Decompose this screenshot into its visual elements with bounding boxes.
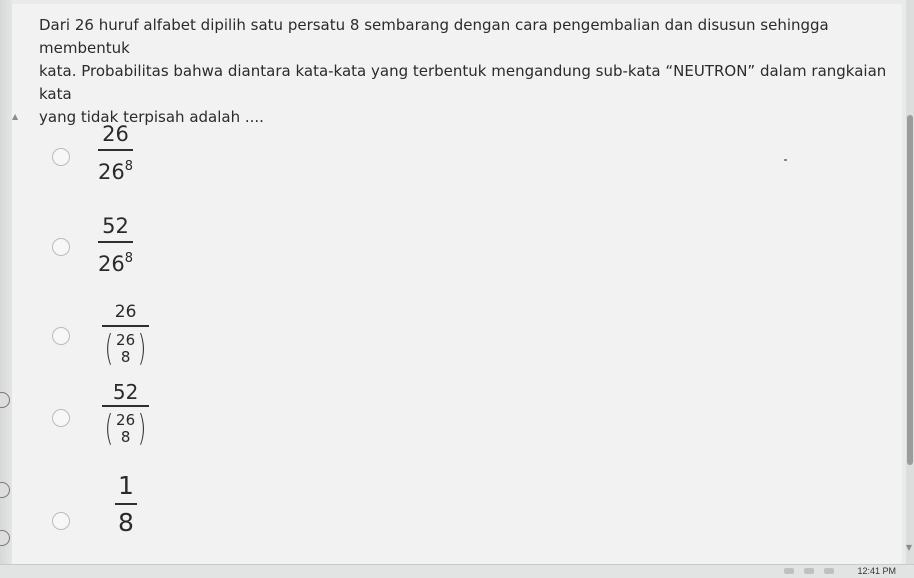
denominator: 8 — [118, 508, 134, 537]
radio-circle-icon[interactable] — [52, 512, 70, 530]
den-base: 26 — [98, 160, 125, 184]
denominator: 268 — [98, 155, 133, 184]
numerator: 1 — [118, 471, 134, 500]
binom-top: 26 — [116, 411, 136, 429]
scrollbar-thumb[interactable] — [907, 115, 913, 465]
question-line: kata. Probabilitas bahwa diantara kata-k… — [39, 62, 887, 103]
triangle-down-icon[interactable]: ▼ — [906, 543, 912, 552]
scrollbar-track[interactable] — [906, 0, 914, 577]
binomial: ( 26 8 ) — [102, 331, 149, 367]
fraction-d: 52 ( 26 8 ) — [102, 380, 150, 447]
binom-top: 26 — [116, 331, 136, 349]
binomial-stack: 26 8 — [116, 412, 135, 446]
numerator: 26 — [114, 302, 137, 322]
radio-circle-icon[interactable] — [52, 327, 70, 345]
numerator: 26 — [102, 122, 129, 146]
right-paren: ) — [137, 328, 147, 369]
taskbar-clock[interactable]: 12:41 PM — [857, 566, 896, 576]
binomial: ( 26 8 ) — [102, 411, 149, 447]
fraction-c: 26 ( 26 8 ) — [102, 302, 150, 367]
fraction-bar — [98, 241, 134, 243]
den-base: 26 — [98, 252, 125, 276]
fraction-bar — [102, 405, 150, 407]
fraction-e: 1 8 — [115, 472, 137, 537]
radio-circle-icon[interactable] — [52, 148, 70, 166]
right-paren: ) — [137, 408, 147, 449]
question-text: Dari 26 huruf alfabet dipilih satu persa… — [39, 14, 909, 129]
left-paren: ( — [104, 408, 114, 449]
taskbar: 12:41 PM — [0, 564, 914, 578]
question-line: Dari 26 huruf alfabet dipilih satu persa… — [39, 16, 829, 57]
binomial-stack: 26 8 — [116, 332, 135, 366]
quiz-page: Dari 26 huruf alfabet dipilih satu persa… — [12, 4, 902, 564]
option-b[interactable]: 52 268 — [52, 214, 452, 294]
fraction-bar — [115, 503, 137, 505]
fraction-b: 52 268 — [98, 214, 134, 276]
stray-mark — [784, 159, 787, 161]
option-a[interactable]: 26 268 — [52, 122, 452, 202]
left-paren: ( — [104, 328, 114, 369]
fraction-a: 26 268 — [98, 122, 134, 184]
fraction-bar — [98, 149, 134, 151]
fraction-bar — [102, 325, 150, 327]
numerator: 52 — [102, 214, 129, 238]
tray-icon[interactable] — [784, 568, 794, 574]
radio-circle-icon[interactable] — [52, 409, 70, 427]
denominator: 268 — [98, 247, 133, 276]
binom-bottom: 8 — [120, 428, 131, 446]
den-exponent: 8 — [124, 251, 134, 266]
triangle-up-icon[interactable]: ▲ — [12, 112, 18, 121]
binom-bottom: 8 — [120, 348, 131, 366]
option-e[interactable]: 1 8 — [52, 472, 452, 552]
tray-icon[interactable] — [804, 568, 814, 574]
tray-icon[interactable] — [824, 568, 834, 574]
den-exponent: 8 — [124, 159, 134, 174]
option-c[interactable]: 26 ( 26 8 ) — [52, 302, 452, 382]
radio-circle-icon[interactable] — [52, 238, 70, 256]
option-d[interactable]: 52 ( 26 8 ) — [52, 382, 452, 462]
numerator: 52 — [112, 380, 139, 404]
